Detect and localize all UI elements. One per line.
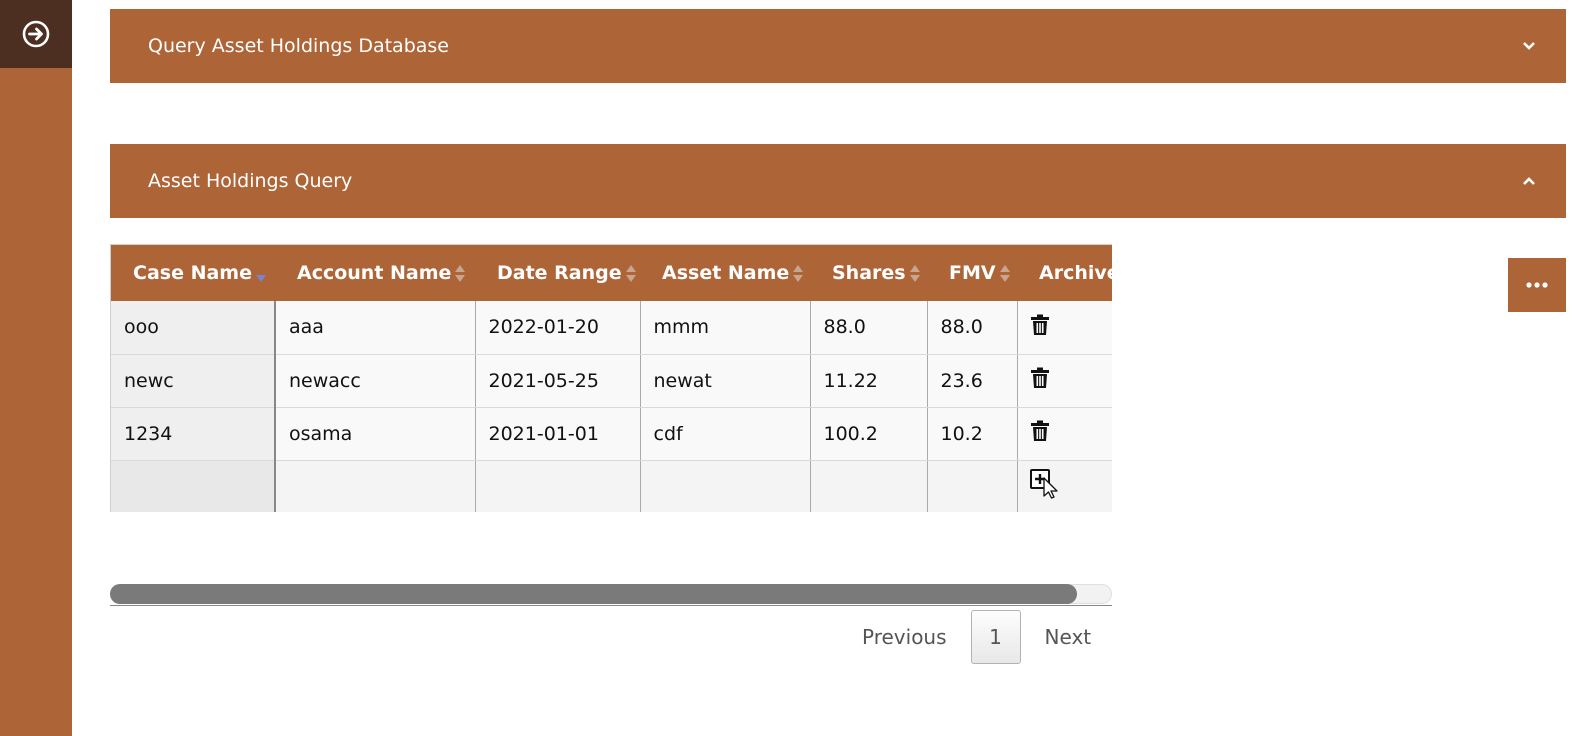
cell-shares[interactable]: 88.0 xyxy=(810,301,928,355)
new-cell-fmv[interactable] xyxy=(927,460,1018,512)
sort-icon xyxy=(999,264,1010,284)
cell-date-range[interactable]: 2022-01-20 xyxy=(475,301,641,355)
table-row: 1234 osama 2021-01-01 cdf 100.2 10.2 xyxy=(111,407,1112,461)
cell-archive xyxy=(1017,407,1112,461)
cell-case-name[interactable]: 1234 xyxy=(111,407,276,461)
cell-date-range[interactable]: 2021-05-25 xyxy=(475,354,641,408)
more-options-button[interactable] xyxy=(1508,258,1566,312)
chevron-down-icon xyxy=(1522,41,1536,51)
new-cell-date-range[interactable] xyxy=(475,460,641,512)
cell-asset-name[interactable]: cdf xyxy=(640,407,811,461)
column-header-asset-name[interactable]: Asset Name xyxy=(640,245,810,301)
asset-holdings-query-panel-header[interactable]: Asset Holdings Query xyxy=(110,144,1566,218)
panel-title: Query Asset Holdings Database xyxy=(148,35,449,57)
sort-icon xyxy=(909,264,920,284)
panel-title: Asset Holdings Query xyxy=(148,170,353,192)
current-page-button[interactable]: 1 xyxy=(970,610,1021,664)
ellipsis-icon xyxy=(1526,282,1548,288)
cell-case-name[interactable]: ooo xyxy=(111,301,276,355)
new-cell-case-name[interactable] xyxy=(111,460,276,512)
cell-shares[interactable]: 100.2 xyxy=(810,407,928,461)
column-header-account-name[interactable]: Account Name xyxy=(275,245,475,301)
previous-page-button[interactable]: Previous xyxy=(850,625,959,649)
sidebar xyxy=(0,0,72,736)
sort-desc-icon xyxy=(255,264,266,284)
cell-asset-name[interactable]: newat xyxy=(640,354,811,408)
horizontal-scrollbar[interactable] xyxy=(110,584,1112,606)
trash-icon[interactable] xyxy=(1030,420,1050,447)
table-header-row: Case Name Account Name Date Range Asset … xyxy=(111,245,1112,301)
sidebar-toggle-button[interactable] xyxy=(0,0,72,68)
new-cell-asset-name[interactable] xyxy=(640,460,811,512)
trash-icon[interactable] xyxy=(1030,367,1050,394)
sort-icon xyxy=(793,264,804,284)
cell-account-name[interactable]: newacc xyxy=(275,354,476,408)
trash-icon[interactable] xyxy=(1030,314,1050,341)
arrow-right-circle-icon xyxy=(22,20,50,48)
cell-fmv[interactable]: 88.0 xyxy=(927,301,1018,355)
column-header-case-name[interactable]: Case Name xyxy=(111,245,275,301)
cell-add xyxy=(1017,460,1112,512)
asset-holdings-table: Case Name Account Name Date Range Asset … xyxy=(110,244,1112,512)
cell-case-name[interactable]: newc xyxy=(111,354,276,408)
new-row xyxy=(111,460,1112,512)
sort-icon xyxy=(625,264,636,284)
cell-date-range[interactable]: 2021-01-01 xyxy=(475,407,641,461)
query-database-panel-header[interactable]: Query Asset Holdings Database xyxy=(110,9,1566,83)
column-header-archive[interactable]: Archive xyxy=(1017,245,1112,301)
column-header-fmv[interactable]: FMV xyxy=(927,245,1017,301)
cell-archive xyxy=(1017,354,1112,408)
new-cell-account-name[interactable] xyxy=(275,460,476,512)
cell-asset-name[interactable]: mmm xyxy=(640,301,811,355)
column-header-date-range[interactable]: Date Range xyxy=(475,245,640,301)
cell-account-name[interactable]: osama xyxy=(275,407,476,461)
table-row: newc newacc 2021-05-25 newat 11.22 23.6 xyxy=(111,354,1112,408)
new-cell-shares[interactable] xyxy=(810,460,928,512)
chevron-up-icon xyxy=(1522,176,1536,186)
sort-icon xyxy=(455,264,466,284)
cell-fmv[interactable]: 23.6 xyxy=(927,354,1018,408)
column-header-shares[interactable]: Shares xyxy=(810,245,927,301)
cell-archive xyxy=(1017,301,1112,355)
pagination: Previous 1 Next xyxy=(850,610,1103,664)
table-row: ooo aaa 2022-01-20 mmm 88.0 88.0 xyxy=(111,301,1112,355)
cell-fmv[interactable]: 10.2 xyxy=(927,407,1018,461)
next-page-button[interactable]: Next xyxy=(1033,625,1104,649)
add-row-icon[interactable] xyxy=(1029,469,1064,504)
cell-shares[interactable]: 11.22 xyxy=(810,354,928,408)
cell-account-name[interactable]: aaa xyxy=(275,301,476,355)
scrollbar-thumb[interactable] xyxy=(110,584,1077,604)
